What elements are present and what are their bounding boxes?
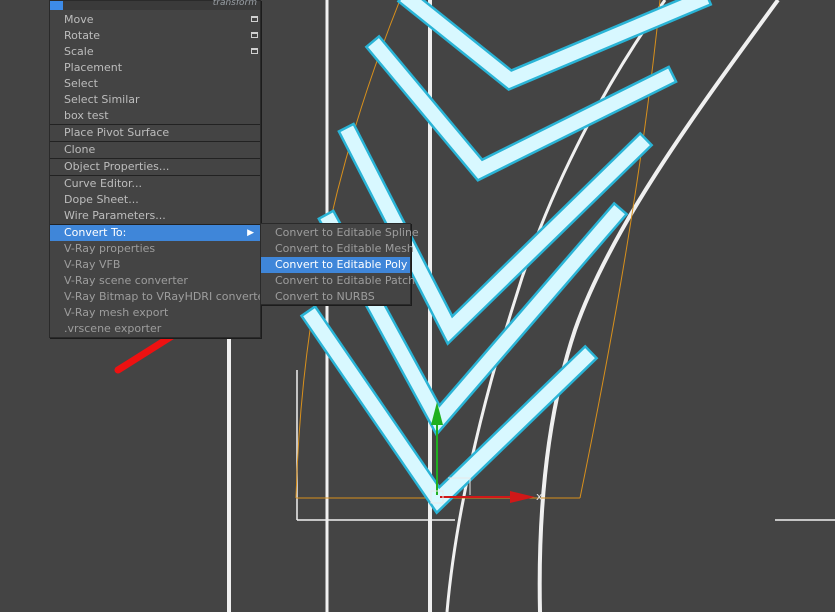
submenu-item-editable-poly[interactable]: Convert to Editable Poly	[261, 257, 410, 273]
submenu-arrow-icon: ▶	[247, 228, 254, 238]
submenu-item-editable-mesh[interactable]: Convert to Editable Mesh	[261, 241, 414, 257]
menu-item-vray-properties[interactable]: V-Ray properties	[50, 241, 260, 257]
menu-item-wire-parameters[interactable]: Wire Parameters...	[50, 208, 260, 224]
menu-item-move[interactable]: Move	[50, 12, 260, 28]
submenu-item-editable-patch[interactable]: Convert to Editable Patch	[261, 273, 415, 289]
menu-item-vray-vfb[interactable]: V-Ray VFB	[50, 257, 260, 273]
quad-menu-header: transform	[50, 0, 260, 10]
menu-item-vray-bitmap-converter[interactable]: V-Ray Bitmap to VRayHDRI converter	[50, 289, 269, 305]
convert-to-submenu: Convert to Editable Spline Convert to Ed…	[260, 223, 419, 305]
submenu-item-editable-spline[interactable]: Convert to Editable Spline	[261, 225, 419, 241]
menu-item-box-test[interactable]: box test	[50, 108, 260, 124]
menu-item-curve-editor[interactable]: Curve Editor...	[50, 176, 260, 192]
options-box-icon[interactable]	[251, 48, 258, 54]
menu-item-vrscene-exporter[interactable]: .vrscene exporter	[50, 321, 260, 337]
menu-item-clone[interactable]: Clone	[50, 142, 260, 158]
menu-item-placement[interactable]: Placement	[50, 60, 260, 76]
menu-item-place-pivot-surface[interactable]: Place Pivot Surface	[50, 125, 260, 141]
menu-item-dope-sheet[interactable]: Dope Sheet...	[50, 192, 260, 208]
options-box-icon[interactable]	[251, 32, 258, 38]
quad-menu: transform Move Rotate Scale Placement Se…	[49, 0, 269, 338]
guide-curve-outer	[537, 0, 780, 612]
options-box-icon[interactable]	[251, 16, 258, 22]
menu-item-object-properties[interactable]: Object Properties...	[50, 159, 260, 175]
menu-item-convert-to[interactable]: Convert To: ▶	[50, 225, 260, 241]
quad-menu-title: transform	[212, 0, 257, 8]
submenu-item-nurbs[interactable]: Convert to NURBS	[261, 289, 410, 305]
menu-item-vray-mesh-export[interactable]: V-Ray mesh export	[50, 305, 260, 321]
quad-corner-indicator[interactable]	[50, 1, 63, 10]
menu-item-select[interactable]: Select	[50, 76, 260, 92]
menu-item-rotate[interactable]: Rotate	[50, 28, 260, 44]
menu-item-select-similar[interactable]: Select Similar	[50, 92, 260, 108]
gizmo-x-label: x	[536, 490, 543, 503]
menu-item-vray-scene-converter[interactable]: V-Ray scene converter	[50, 273, 260, 289]
menu-item-scale[interactable]: Scale	[50, 44, 260, 60]
gizmo-x-arrow-icon	[510, 491, 535, 503]
